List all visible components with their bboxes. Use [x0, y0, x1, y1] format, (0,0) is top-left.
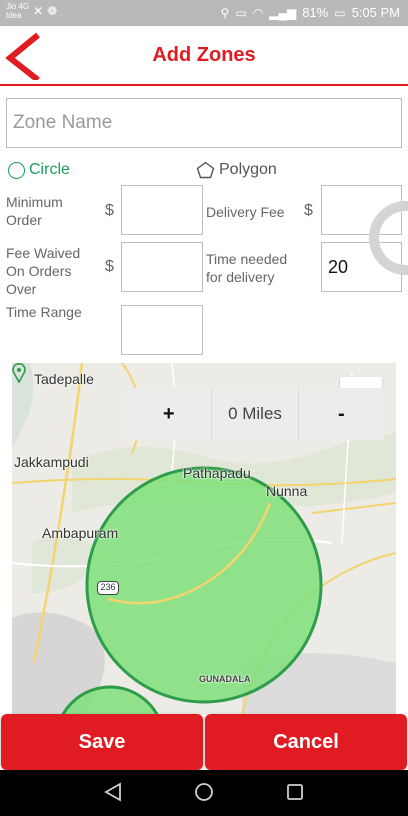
page-title: Add Zones	[152, 44, 256, 66]
map-place-label: Ambapuram	[42, 525, 119, 541]
volte-icon: ▭	[235, 5, 247, 20]
radio-polygon-label: Polygon	[219, 161, 277, 178]
fee-waived-label: Fee Waived On Orders Over	[6, 245, 81, 297]
signal-icon: ▂▄▆	[269, 5, 297, 20]
carrier-label: Jio 4G Idea	[6, 2, 30, 20]
minimum-order-label: Minimum Order	[6, 194, 63, 228]
cancel-button[interactable]: Cancel	[205, 714, 407, 770]
decrease-radius-button[interactable]: -	[299, 388, 384, 440]
zone-name-input[interactable]	[6, 98, 402, 148]
system-nav-bar	[0, 770, 408, 816]
map-place-label: Jakkampudi	[14, 454, 89, 470]
currency-symbol: $	[105, 202, 114, 219]
map-place-label: Pathapadu	[183, 465, 251, 481]
battery-icon: ▭	[334, 5, 346, 20]
currency-symbol: $	[105, 258, 114, 275]
clock: 5:05 PM	[351, 5, 400, 20]
fee-waived-input[interactable]	[121, 242, 203, 292]
map-pin-icon	[12, 363, 26, 383]
map-place-label: Nunna	[266, 483, 308, 499]
back-triangle-icon[interactable]	[104, 782, 122, 802]
time-needed-label: Time needed for delivery	[206, 251, 288, 285]
radio-circle[interactable]: Circle	[8, 161, 70, 179]
app-header: Add Zones	[0, 26, 408, 86]
radio-polygon[interactable]: Polygon	[196, 161, 277, 179]
time-range-label: Time Range	[6, 304, 82, 320]
delivery-fee-label: Delivery Fee	[206, 204, 285, 220]
no-signal-icon: ✕	[33, 4, 44, 18]
time-range-input[interactable]	[121, 305, 203, 355]
status-bar: Jio 4G Idea ✕ ❁ ⚲ ▭ ◠ ▂▄▆ 81% ▭ 5:05 PM	[0, 0, 408, 26]
increase-radius-button[interactable]: +	[126, 388, 213, 440]
currency-symbol: $	[304, 202, 313, 219]
home-circle-icon[interactable]	[194, 782, 214, 802]
battery-percent: 81%	[302, 5, 329, 20]
route-shield: 236	[97, 581, 119, 595]
minimum-order-input[interactable]	[121, 185, 203, 235]
radio-circle-icon	[8, 161, 25, 179]
location-icon: ⚲	[220, 5, 230, 20]
map-place-label: GUNADALA	[199, 674, 251, 684]
recents-square-icon[interactable]	[286, 782, 304, 802]
pentagon-icon	[196, 161, 215, 179]
loading-spinner-icon	[366, 198, 408, 278]
save-button[interactable]: Save	[1, 714, 203, 770]
wifi-icon: ◠	[252, 5, 264, 20]
radius-control: + 0 Miles -	[126, 388, 384, 440]
map-place-label: Tadepalle	[34, 371, 94, 387]
app-notification-icon: ❁	[47, 4, 58, 18]
status-left: Jio 4G Idea ✕ ❁	[6, 2, 57, 20]
radio-circle-label: Circle	[29, 161, 70, 178]
status-right: ⚲ ▭ ◠ ▂▄▆ 81% ▭ 5:05 PM	[221, 5, 400, 20]
radius-value: 0 Miles	[212, 388, 299, 440]
